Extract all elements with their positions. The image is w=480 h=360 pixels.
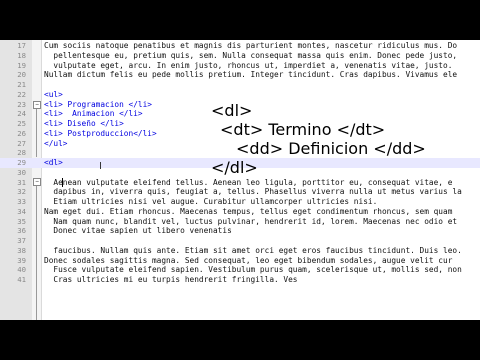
fold-collapse-icon[interactable]: − [33,101,41,109]
line-number: 27 [17,138,26,148]
line-number: 30 [17,167,26,177]
code-text[interactable]: Nam eget dui. Etiam rhoncus. Maecenas te… [44,207,452,217]
code-text[interactable]: Donec vitae sapien ut libero venenatis [44,226,231,236]
editor-line[interactable]: 41 Cras ultricies mi eu turpis hendrerit… [0,275,480,285]
line-number: 28 [17,148,26,158]
code-text[interactable]: <li> Animacion </li> [44,109,143,119]
text-cursor [62,178,63,187]
fold-range-line [36,186,37,320]
line-number: 24 [17,109,26,119]
code-text[interactable]: Fusce vulputate eleifend sapien. Vestibu… [44,265,461,275]
code-text[interactable]: vulputate eget, arcu. In enim justo, rho… [44,61,452,71]
editor-line[interactable]: 40 Fusce vulputate eleifend sapien. Vest… [0,265,480,275]
mouse-ibeam-icon: I [99,161,102,172]
code-text[interactable]: <dl> [44,158,63,168]
line-number: 17 [17,41,26,50]
editor-line[interactable]: 17 Cum sociis natoque penatibus et magnis… [0,41,480,51]
code-text[interactable]: <li> Programacion </li> [44,100,152,110]
annotation-dl-open: <dl> [211,101,253,120]
line-number: 31 [17,177,26,187]
line-number: 23 [17,99,26,109]
fold-range-line [36,109,37,157]
editor-line[interactable]: 33 Etiam ultricies nisi vel augue. Curab… [0,197,480,207]
code-text[interactable]: Cras ultricies mi eu turpis hendrerit fr… [44,275,297,285]
editor-line[interactable]: 36 Donec vitae sapien ut libero venenati… [0,226,480,236]
editor-line[interactable]: 34 Nam eget dui. Etiam rhoncus. Maecenas … [0,207,480,217]
line-number: 19 [17,60,26,70]
editor-line[interactable]: 20 Nullam dictum felis eu pede mollis pre… [0,70,480,80]
editor-line[interactable]: 38 faucibus. Nullam quis ante. Etiam sit… [0,246,480,256]
line-number: 40 [17,265,26,275]
line-number: 37 [17,236,26,245]
fold-collapse-icon[interactable]: − [33,178,41,186]
line-number: 29 [17,158,26,167]
line-number: 21 [17,80,26,89]
line-number: 36 [17,226,26,236]
line-number: 35 [17,216,26,226]
line-number: 39 [17,255,26,265]
video-letterbox-bottom [0,320,480,360]
line-number: 26 [17,128,26,138]
line-number: 20 [17,70,26,80]
line-number: 38 [17,245,26,255]
line-number: 34 [17,206,26,216]
line-number: 25 [17,119,26,128]
annotation-dt: <dt> Termino </dt> [220,120,386,139]
code-text[interactable]: <li> Postproduccion</li> [44,129,157,139]
editor-line[interactable]: 22 <ul> [0,90,480,100]
line-number: 22 [17,89,26,99]
code-text[interactable]: Aenean vulputate eleifend tellus. Aenean… [44,178,452,188]
code-text[interactable]: Etiam ultricies nisi vel augue. Curabitu… [44,197,377,207]
code-text[interactable]: pellentesque eu, pretium quis, sem. Null… [44,51,457,61]
editor-line[interactable]: 35 Nam quam nunc, blandit vel, luctus pu… [0,217,480,227]
annotation-dd: <dd> Definicion </dd> [236,139,426,158]
line-number: 33 [17,197,26,206]
editor-line[interactable]: 37 [0,236,480,246]
code-text[interactable]: <ul> [44,90,63,100]
code-text[interactable]: <li> Diseño </li> [44,119,124,129]
editor-line[interactable]: 31 Aenean vulputate eleifend tellus. Aen… [0,178,480,188]
video-letterbox-top [0,0,480,40]
editor-line[interactable]: 21 [0,80,480,90]
code-text[interactable]: Cum sociis natoque penatibus et magnis d… [44,41,457,51]
annotation-dl-close: </dl> [211,158,258,177]
code-text[interactable]: </ul> [44,139,67,149]
editor-line[interactable]: 32 dapibus in, viverra quis, feugiat a, … [0,187,480,197]
code-text[interactable]: Donec sodales sagittis magna. Sed conseq… [44,256,452,266]
code-text[interactable]: dapibus in, viverra quis, feugiat a, tel… [44,187,461,197]
code-text[interactable]: faucibus. Nullam quis ante. Etiam sit am… [44,246,461,256]
line-number: 41 [17,275,26,284]
code-editor[interactable]: 17 Cum sociis natoque penatibus et magnis… [0,40,480,320]
editor-line[interactable]: 19 vulputate eget, arcu. In enim justo, … [0,61,480,71]
editor-line[interactable]: 39 Donec sodales sagittis magna. Sed cons… [0,256,480,266]
line-number: 18 [17,50,26,60]
line-number: 32 [17,187,26,197]
code-text[interactable]: Nam quam nunc, blandit vel, luctus pulvi… [44,217,457,227]
editor-line[interactable]: 18 pellentesque eu, pretium quis, sem. N… [0,51,480,61]
code-text[interactable]: Nullam dictum felis eu pede mollis preti… [44,70,457,80]
